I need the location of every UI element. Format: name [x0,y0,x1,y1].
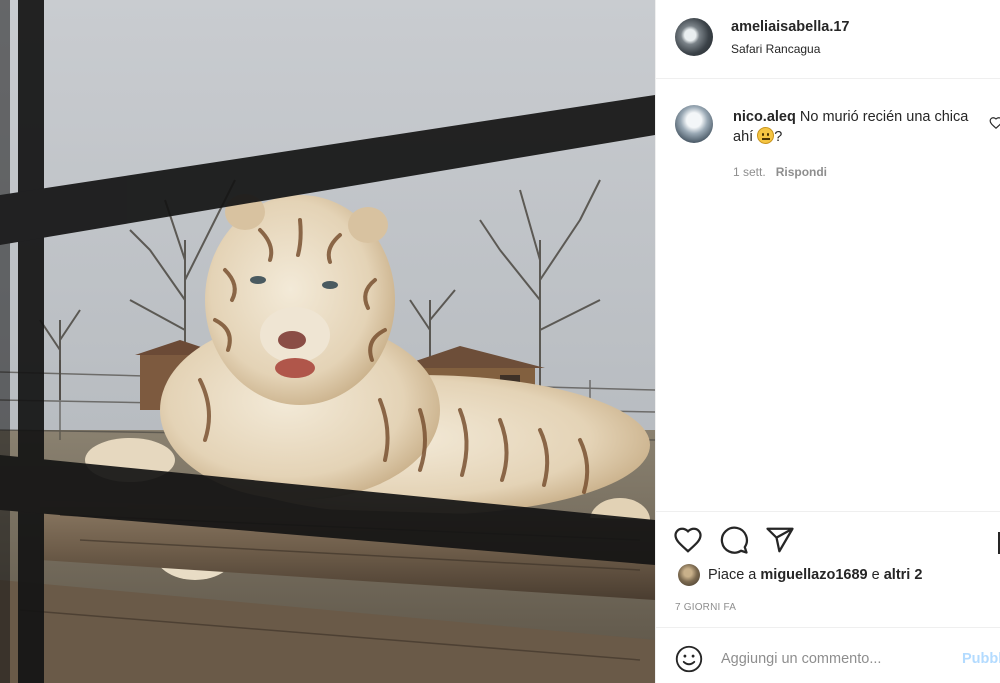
liker-username[interactable]: miguellazo1689 [760,567,867,583]
comment-item: nico.aleq No murió recién una chica ahí … [656,95,1000,195]
author-username[interactable]: ameliaisabella.17 [731,19,850,35]
publish-button[interactable]: Pubblica [962,651,1000,667]
paper-plane-icon[interactable] [765,525,795,555]
comment-meta: 1 sett. Rispondi [733,165,827,179]
post-location[interactable]: Safari Rancagua [731,42,820,56]
likes-conj: e [871,567,880,583]
commenter-username[interactable]: nico.aleq [733,109,796,125]
post-side-panel: ameliaisabella.17 Safari Rancagua nico.a… [655,0,1000,683]
comment-text: nico.aleq No murió recién una chica ahí … [733,108,973,147]
author-avatar[interactable] [675,18,713,56]
reply-button[interactable]: Rispondi [776,165,827,179]
comment-time[interactable]: 1 sett. [733,165,766,179]
post-header: ameliaisabella.17 Safari Rancagua [656,0,1000,79]
grimacing-face-emoji-icon [757,127,775,144]
commenter-avatar[interactable] [675,105,713,143]
tiger-photo-image [0,0,655,683]
heart-icon[interactable] [673,525,703,555]
post-timestamp[interactable]: 7 GIORNI FA [675,602,736,613]
post-actions: Piace a miguellazo1689 e altri 2 7 GIORN… [656,511,1000,627]
likes-prefix: Piace a [708,567,757,583]
comment-input[interactable] [721,645,951,673]
comment-like-heart-icon[interactable] [989,116,1000,130]
add-comment-bar: Pubblica [656,627,1000,683]
liker-avatar [678,564,700,586]
likes-others[interactable]: altri 2 [884,567,923,583]
comment-body-end: ? [774,129,783,145]
post-photo[interactable] [0,0,655,683]
smiley-icon[interactable] [675,645,703,673]
comment-bubble-icon[interactable] [719,525,749,555]
